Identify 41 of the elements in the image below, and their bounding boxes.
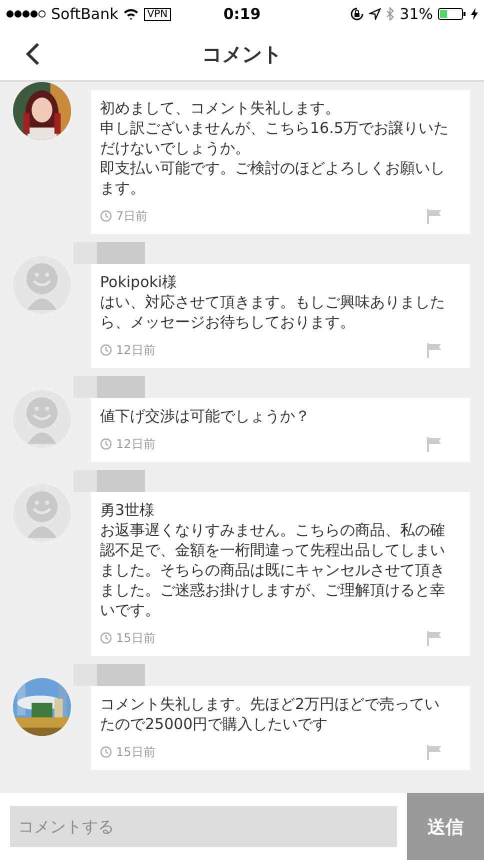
rotation-lock-icon	[350, 7, 364, 21]
location-icon	[368, 8, 381, 20]
send-button[interactable]: 送信	[407, 793, 484, 860]
comment-time: 7日前	[116, 208, 148, 224]
clock-icon	[100, 632, 112, 644]
comment-text: コメント失礼します。先ほど2万円ほどで売っていたので25000円で購入したいです	[100, 694, 441, 734]
charging-icon	[471, 8, 478, 20]
vpn-badge: VPN	[144, 8, 171, 20]
carrier-name: SoftBank	[51, 5, 118, 23]
signal-icon	[6, 10, 46, 18]
default-avatar-icon	[13, 390, 71, 448]
flag-icon[interactable]	[426, 436, 442, 452]
clock-time: 0:19	[223, 5, 261, 23]
default-avatar-icon	[13, 484, 71, 542]
battery-percent: 31%	[400, 5, 433, 23]
battery-icon	[438, 8, 466, 20]
page-title: コメント	[202, 40, 282, 68]
comment-text: Pokipoki様	[100, 272, 178, 292]
comment-time: 15日前	[116, 630, 156, 646]
wifi-icon	[123, 8, 140, 20]
comment-time: 12日前	[116, 342, 156, 358]
comment-text: 申し訳ございませんが、こちら16.5万でお譲りいただけないでしょうか。	[100, 118, 450, 158]
clock-icon	[100, 438, 112, 450]
clock-icon	[100, 210, 112, 222]
comment-text: お返事遅くなりすみません。こちらの商品、私の確認不足で、金額を一桁間違って先程出品してしまいました。そちらの商品は既にキャンセルさせて頂きました。ご迷惑お掛けしますが、ご理解頂けると幸いです。	[100, 520, 446, 620]
comment-field[interactable]: コメントする	[10, 806, 397, 847]
clock-icon	[100, 746, 112, 758]
comment-text: はい、対応させて頂きます。もしご興味ありましたら、メッセージお待ちしております。	[100, 292, 446, 332]
comment-text: 値下げ交渉は可能でしょうか？	[100, 406, 311, 426]
clock-icon	[100, 344, 112, 356]
comment-text: 初めまして、コメント失礼します。	[100, 98, 341, 118]
comment-time: 15日前	[116, 744, 156, 760]
flag-icon[interactable]	[426, 744, 442, 760]
flag-icon[interactable]	[426, 342, 442, 358]
flag-icon[interactable]	[426, 208, 442, 224]
comment-time: 12日前	[116, 436, 156, 452]
default-avatar-icon	[13, 256, 71, 314]
comment-text: 勇3世様	[100, 500, 156, 520]
bluetooth-icon	[386, 7, 395, 21]
flag-icon[interactable]	[426, 630, 442, 646]
comment-text: 即支払い可能です。ご検討のほどよろしくお願いします。	[100, 158, 446, 198]
